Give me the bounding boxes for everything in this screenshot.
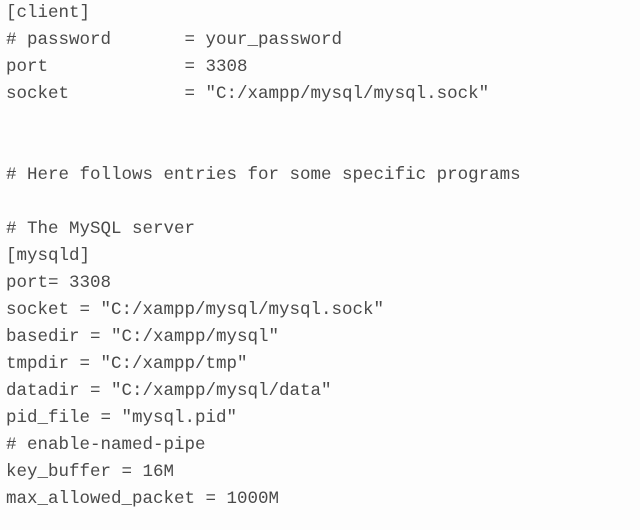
config-file-text: [client] # password = your_password port… [0,0,640,513]
